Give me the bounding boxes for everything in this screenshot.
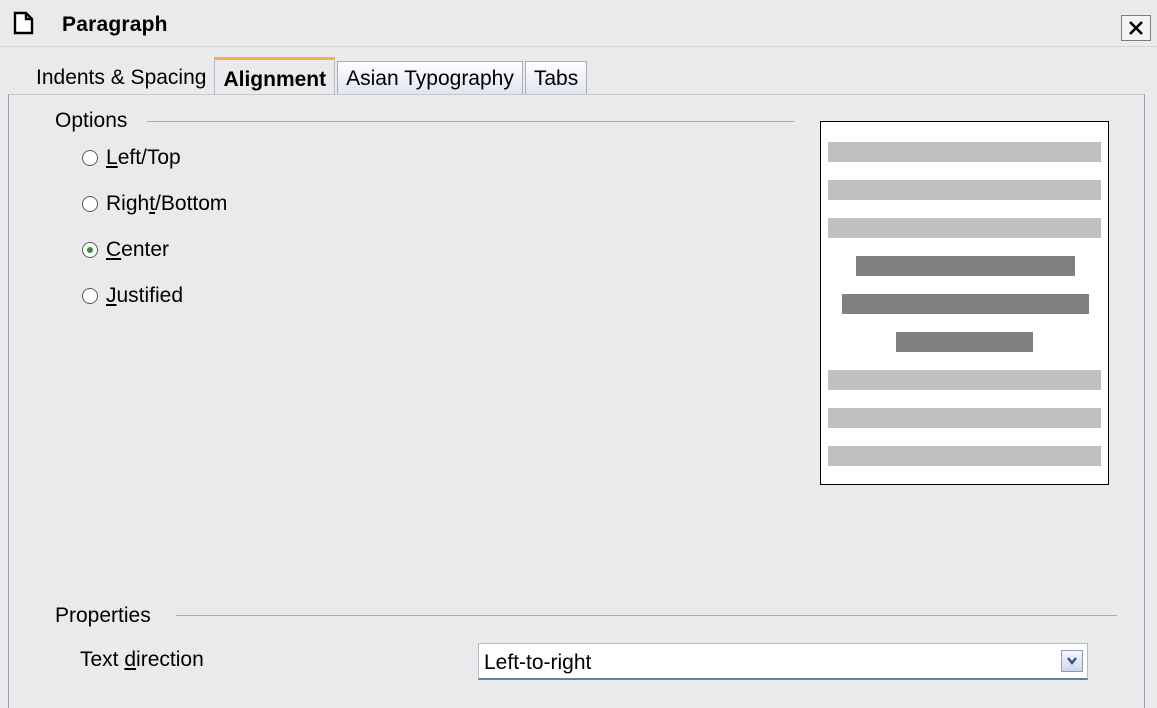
radio-label: Center	[106, 238, 170, 261]
radio-button[interactable]	[82, 196, 98, 212]
preview-paragraph-line	[842, 294, 1089, 314]
radio-label: Right/Bottom	[106, 192, 228, 215]
dropdown-button[interactable]	[1061, 650, 1083, 672]
radio-right-bottom[interactable]: Right/Bottom	[82, 192, 227, 216]
options-heading: Options	[55, 109, 128, 132]
tab-bar: Indents & Spacing Alignment Asian Typogr…	[28, 57, 588, 95]
tab-indents-spacing[interactable]: Indents & Spacing	[28, 61, 214, 95]
radio-button[interactable]	[82, 150, 98, 166]
preview-paragraph-line	[856, 256, 1075, 276]
text-direction-label: Text direction	[80, 648, 204, 671]
preview-context-line	[828, 446, 1101, 466]
radio-center[interactable]: Center	[82, 238, 169, 262]
preview-context-line	[828, 218, 1101, 238]
preview-paragraph-line	[896, 332, 1033, 352]
text-direction-select[interactable]: Left-to-right	[478, 643, 1088, 680]
properties-divider	[176, 615, 1117, 616]
radio-left-top[interactable]: Left/Top	[82, 146, 181, 170]
document-icon	[13, 11, 34, 35]
tab-asian-typography[interactable]: Asian Typography	[337, 61, 523, 95]
radio-justified[interactable]: Justified	[82, 284, 183, 308]
radio-label: Justified	[106, 284, 184, 307]
preview-context-line	[828, 142, 1101, 162]
preview-context-line	[828, 370, 1101, 390]
preview-context-line	[828, 180, 1101, 200]
radio-label: Left/Top	[106, 146, 181, 169]
preview-context-line	[828, 408, 1101, 428]
title-bar: Paragraph	[0, 0, 1157, 47]
close-button[interactable]	[1121, 15, 1151, 41]
radio-button[interactable]	[82, 288, 98, 304]
text-direction-value: Left-to-right	[484, 651, 592, 674]
tab-tabs[interactable]: Tabs	[524, 61, 588, 95]
options-divider	[147, 121, 794, 122]
tab-alignment[interactable]: Alignment	[214, 57, 336, 95]
alignment-preview	[820, 121, 1109, 485]
properties-heading: Properties	[55, 604, 151, 627]
chevron-down-icon	[1067, 657, 1077, 665]
close-icon	[1129, 21, 1143, 35]
radio-button[interactable]	[82, 242, 98, 258]
window-title: Paragraph	[62, 13, 168, 36]
